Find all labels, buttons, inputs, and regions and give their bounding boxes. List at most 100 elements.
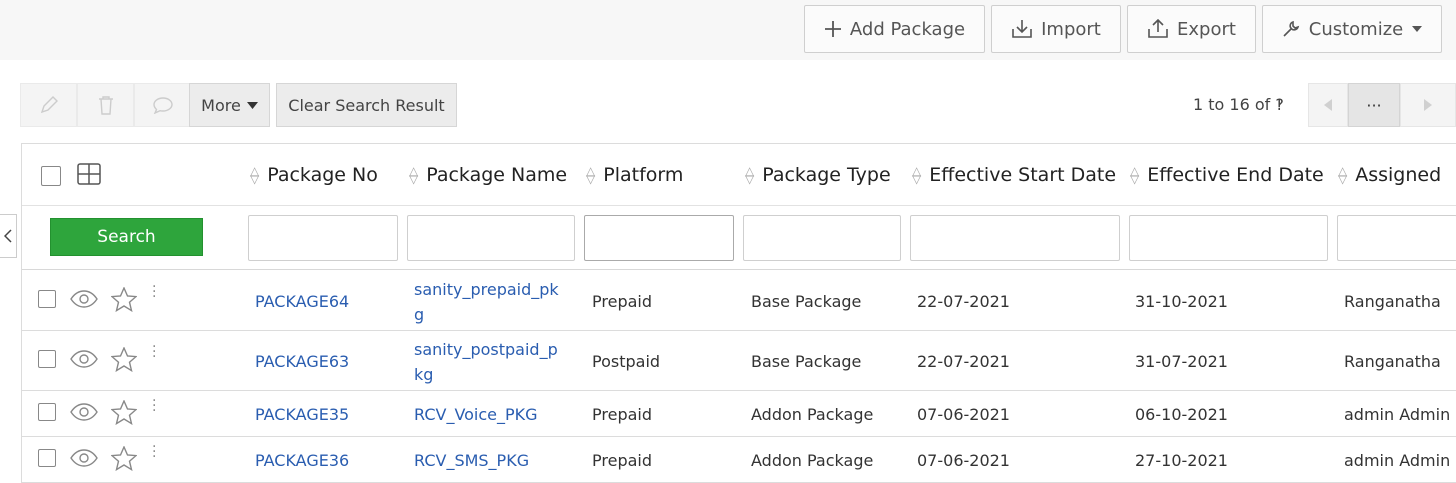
total-count-help-icon[interactable]: ‽: [1275, 95, 1284, 114]
star-icon[interactable]: [111, 400, 137, 425]
package-name-link[interactable]: sanity_postpaid_pkg: [414, 337, 562, 387]
search-button[interactable]: Search: [50, 218, 203, 256]
chevron-left-icon: [4, 229, 12, 243]
package-no-link[interactable]: PACKAGE63: [255, 352, 349, 371]
caret-right-icon: [1424, 99, 1432, 111]
row-checkbox[interactable]: [38, 403, 56, 421]
package-name-filter-input[interactable]: [407, 215, 575, 261]
edit-button[interactable]: [20, 83, 77, 127]
assigned-value: admin Admin: [1344, 405, 1451, 424]
sort-icon: △ ▽: [586, 164, 596, 186]
pencil-icon: [40, 96, 58, 114]
table-header: △ ▽ Package No △ ▽ Package Name △ ▽ Platfor…: [22, 144, 1456, 206]
column-layout-icon[interactable]: [77, 163, 101, 185]
comment-button[interactable]: [134, 83, 191, 127]
package-name-link[interactable]: RCV_Voice_PKG: [414, 405, 538, 424]
column-header-effective-start-date[interactable]: △ ▽ Effective Start Date: [912, 164, 1116, 186]
start-date-value: 22-07-2021: [917, 352, 1010, 371]
assigned-value: Ranganatha: [1344, 292, 1441, 311]
platform-value: Prepaid: [592, 405, 652, 424]
next-page-button[interactable]: [1400, 83, 1456, 127]
effective-start-date-filter-input[interactable]: [910, 215, 1120, 261]
platform-value: Postpaid: [592, 352, 661, 371]
end-date-value: 06-10-2021: [1135, 405, 1228, 424]
top-action-bar: Add Package Import Export Customize: [0, 0, 1456, 60]
sort-icon: △ ▽: [250, 164, 260, 186]
effective-end-date-filter-input[interactable]: [1129, 215, 1328, 261]
row-actions-menu-icon[interactable]: · · ·: [152, 340, 156, 364]
export-button[interactable]: Export: [1127, 5, 1256, 53]
clear-search-label: Clear Search Result: [288, 95, 445, 115]
package-no-link[interactable]: PACKAGE35: [255, 405, 349, 424]
package-no-filter-input[interactable]: [248, 215, 398, 261]
package-no-link[interactable]: PACKAGE64: [255, 292, 349, 311]
sort-icon: △ ▽: [1130, 164, 1140, 186]
row-actions-menu-icon[interactable]: · · ·: [152, 440, 156, 464]
record-range: 1 to 16 of: [1193, 95, 1271, 114]
pagination-info: 1 to 16 of ‽: [1193, 95, 1284, 114]
sort-icon: △ ▽: [409, 164, 419, 186]
export-icon: [1148, 19, 1168, 38]
table-row: · · · PACKAGE35 RCV_Voice_PKG Prepaid Addo…: [22, 391, 1456, 437]
list-toolbar: More Clear Search Result 1 to 16 of ‽ ··…: [20, 83, 1456, 127]
table-row: · · · PACKAGE63 sanity_postpaid_pkg Postpa…: [22, 331, 1456, 391]
eye-icon[interactable]: [70, 350, 98, 368]
package-name-link[interactable]: RCV_SMS_PKG: [414, 451, 529, 470]
platform-value: Prepaid: [592, 292, 652, 311]
package-type-value: Addon Package: [751, 405, 874, 424]
delete-button[interactable]: [77, 83, 134, 127]
package-name-link[interactable]: sanity_prepaid_pkg: [414, 277, 562, 327]
row-checkbox[interactable]: [38, 449, 56, 467]
caret-down-icon: [246, 101, 258, 109]
trash-icon: [98, 96, 113, 115]
column-header-assigned[interactable]: △ ▽ Assigned: [1338, 164, 1441, 186]
table-row: · · · PACKAGE64 sanity_prepaid_pkg Prepaid…: [22, 271, 1456, 331]
assigned-value: Ranganatha: [1344, 352, 1441, 371]
page-more-button[interactable]: ···: [1348, 83, 1400, 127]
column-header-package-no[interactable]: △ ▽ Package No: [250, 164, 378, 186]
add-package-label: Add Package: [849, 18, 966, 40]
caret-down-icon: [1412, 26, 1423, 32]
page-more-label: ···: [1366, 95, 1382, 115]
assigned-filter-input[interactable]: [1337, 215, 1456, 261]
import-button[interactable]: Import: [991, 5, 1121, 53]
row-checkbox[interactable]: [38, 290, 56, 308]
filter-panel-toggle[interactable]: [0, 214, 17, 258]
import-icon: [1012, 20, 1032, 38]
column-header-package-name[interactable]: △ ▽ Package Name: [409, 164, 567, 186]
eye-icon[interactable]: [70, 449, 98, 467]
platform-value: Prepaid: [592, 451, 652, 470]
eye-icon[interactable]: [70, 290, 98, 308]
sort-icon: △ ▽: [1338, 164, 1348, 186]
row-actions-menu-icon[interactable]: · · ·: [152, 394, 156, 418]
star-icon[interactable]: [111, 446, 137, 471]
add-package-button[interactable]: Add Package: [804, 5, 985, 53]
column-header-package-type[interactable]: △ ▽ Package Type: [745, 164, 891, 186]
package-no-link[interactable]: PACKAGE36: [255, 451, 349, 470]
clear-search-button[interactable]: Clear Search Result: [276, 83, 457, 127]
package-type-value: Base Package: [751, 292, 862, 311]
more-dropdown[interactable]: More: [189, 83, 270, 127]
star-icon[interactable]: [111, 347, 137, 372]
row-checkbox[interactable]: [38, 350, 56, 368]
row-actions-menu-icon[interactable]: · · ·: [152, 280, 156, 304]
column-header-effective-end-date[interactable]: △ ▽ Effective End Date: [1130, 164, 1324, 186]
platform-filter-select[interactable]: [584, 215, 734, 261]
end-date-value: 31-10-2021: [1135, 292, 1228, 311]
export-label: Export: [1177, 18, 1236, 40]
select-all-checkbox[interactable]: [41, 166, 61, 186]
start-date-value: 07-06-2021: [917, 405, 1010, 424]
plus-icon: [824, 21, 841, 37]
sort-icon: △ ▽: [745, 164, 755, 186]
previous-page-button[interactable]: [1308, 83, 1348, 127]
table-row: · · · PACKAGE36 RCV_SMS_PKG Prepaid Addon …: [22, 437, 1456, 483]
package-type-filter-select[interactable]: [743, 215, 901, 261]
filter-row: Search: [22, 206, 1456, 270]
customize-button[interactable]: Customize: [1262, 5, 1442, 53]
start-date-value: 22-07-2021: [917, 292, 1010, 311]
customize-label: Customize: [1308, 18, 1404, 40]
eye-icon[interactable]: [70, 403, 98, 421]
star-icon[interactable]: [111, 287, 137, 312]
package-list-table: △ ▽ Package No △ ▽ Package Name △ ▽ Platfor…: [21, 143, 1456, 483]
column-header-platform[interactable]: △ ▽ Platform: [586, 164, 683, 186]
